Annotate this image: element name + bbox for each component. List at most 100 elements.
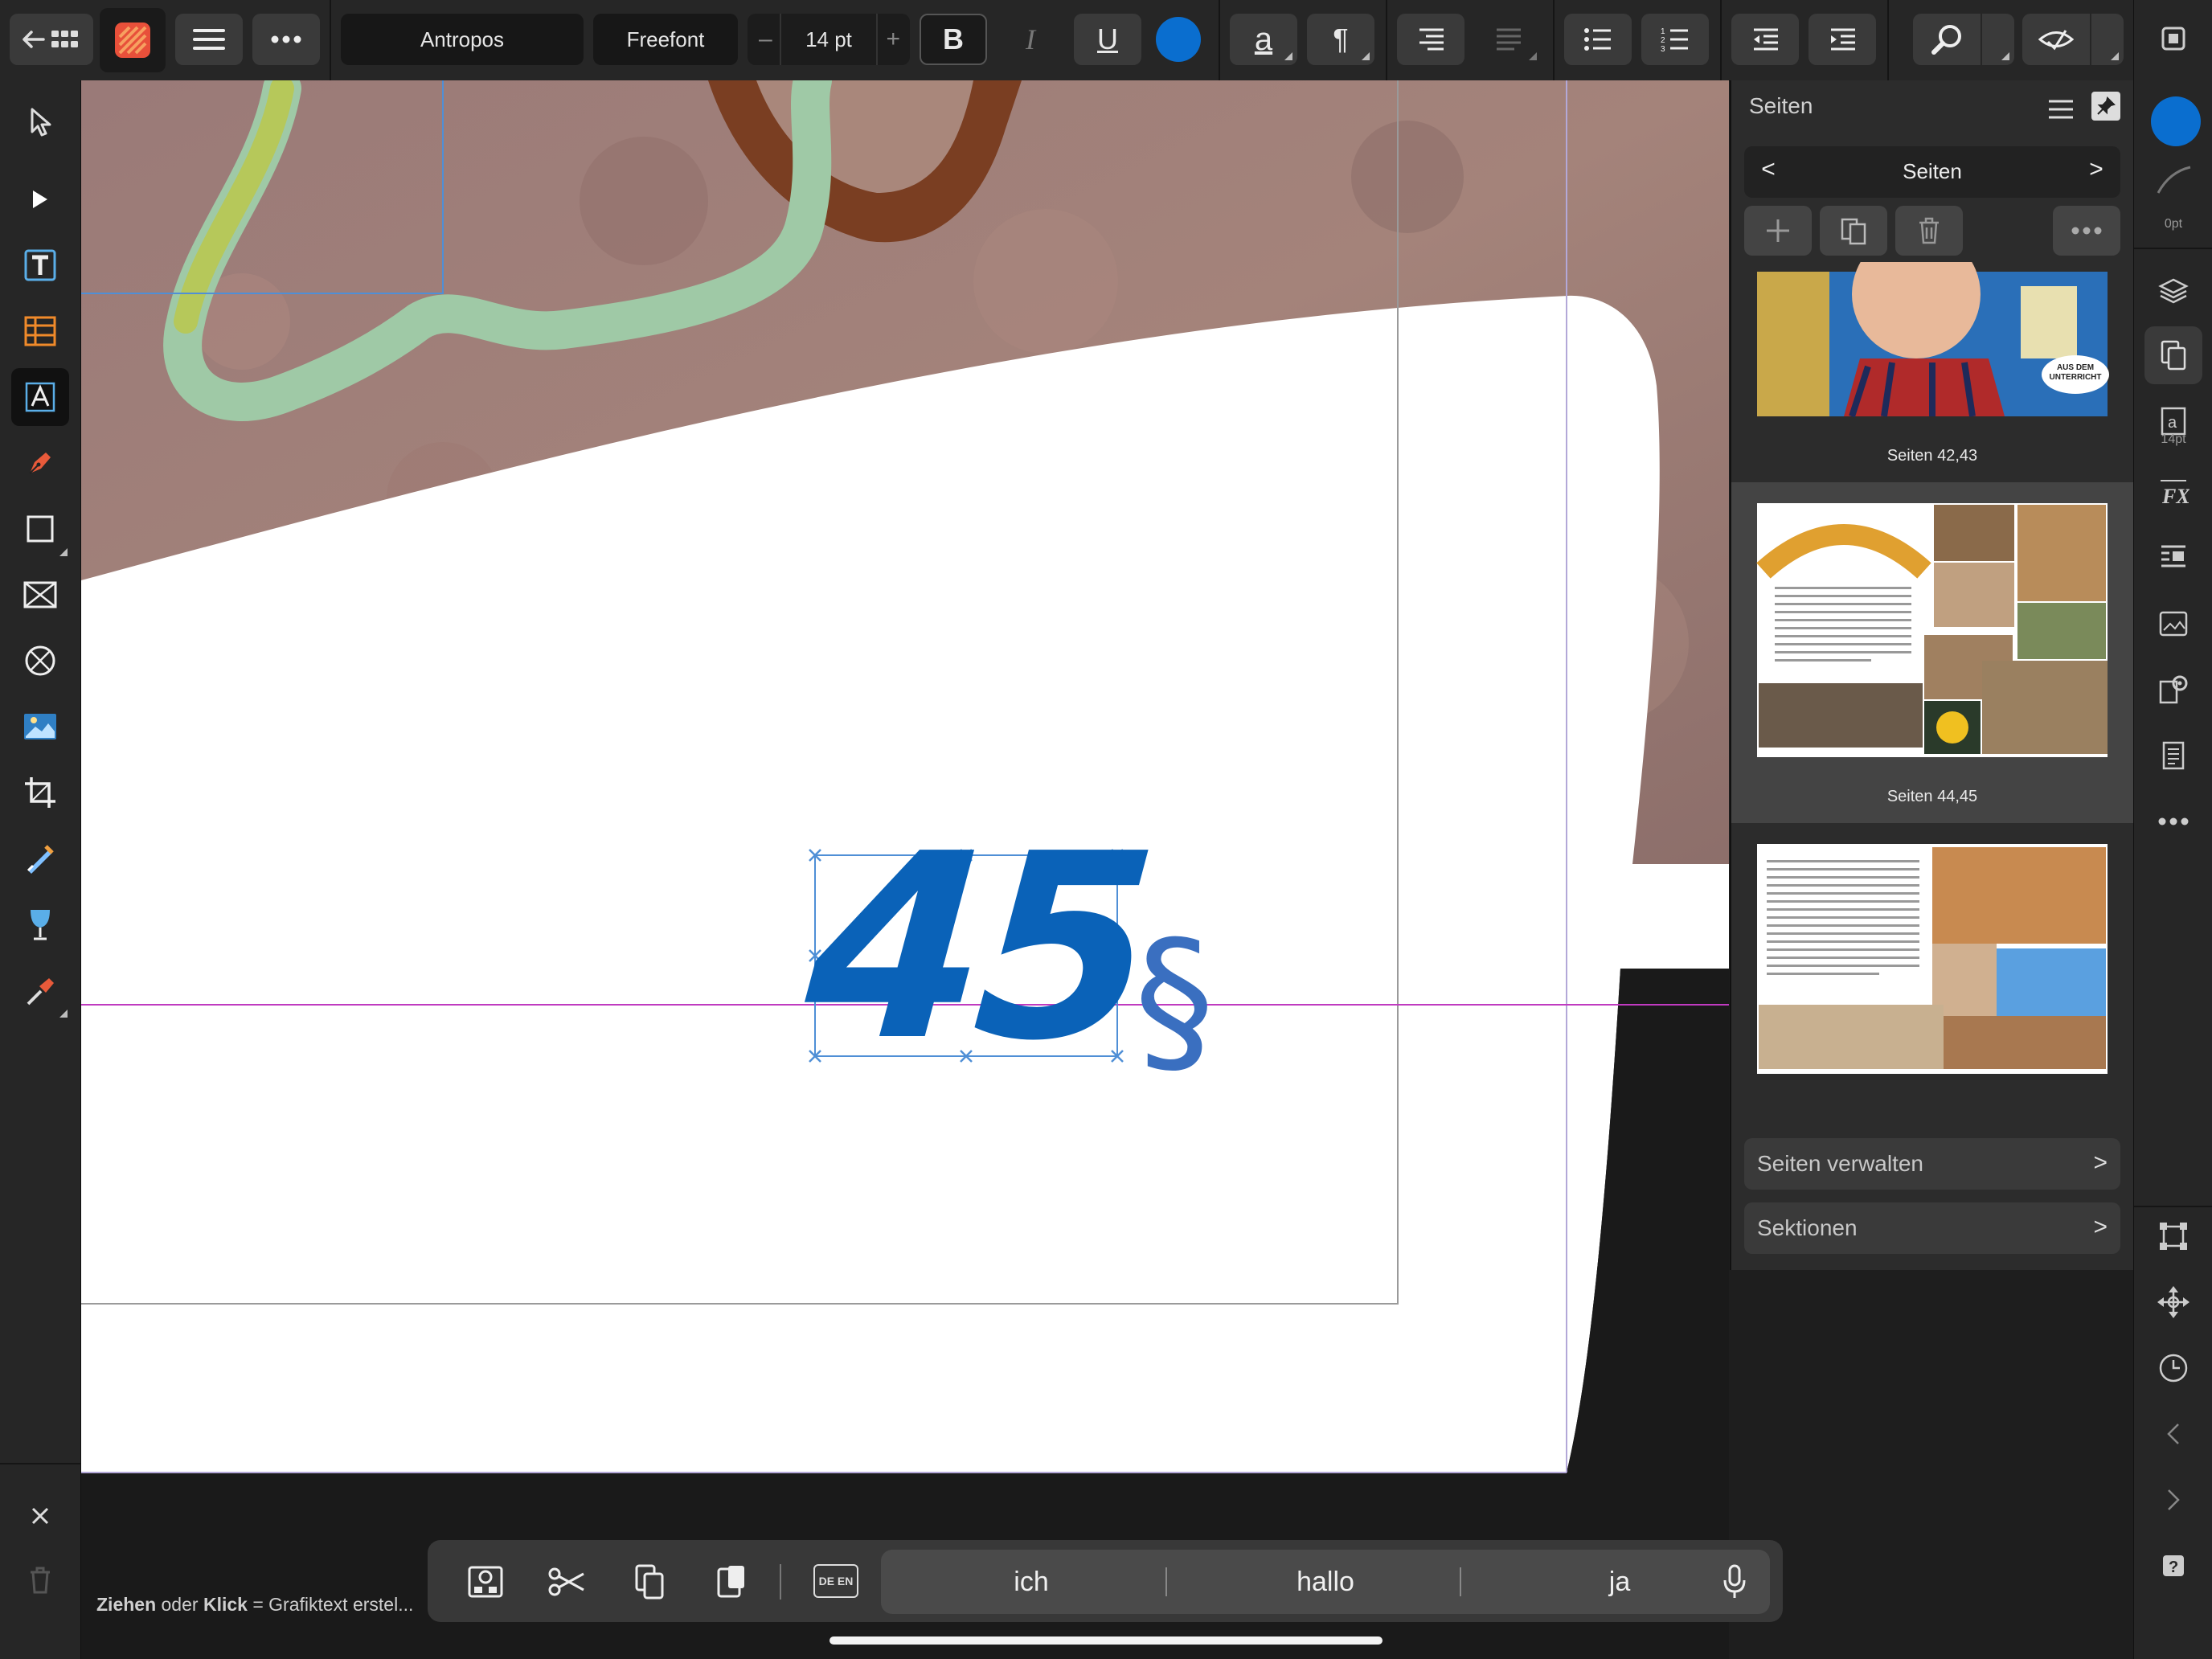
bold-button[interactable]: B	[920, 14, 987, 65]
suggestion-item[interactable]: ich	[897, 1550, 1165, 1614]
rectangle-tool[interactable]	[11, 500, 69, 558]
increase-size-button[interactable]: +	[886, 26, 900, 53]
navigator-button[interactable]	[2144, 1273, 2202, 1331]
language-switch-button[interactable]: DE EN	[813, 1564, 858, 1598]
font-style-field[interactable]: Freefont	[593, 14, 738, 65]
toolbar-divider	[1386, 0, 1387, 80]
document-canvas[interactable]: 45 §	[81, 80, 1729, 1659]
effects-button[interactable]: FX	[2144, 463, 2202, 521]
trash-icon	[31, 1567, 50, 1594]
node-tool[interactable]	[11, 170, 69, 228]
more-studio-button[interactable]	[2144, 793, 2202, 850]
align-right-button[interactable]	[1397, 14, 1464, 65]
transform-button[interactable]	[2144, 1207, 2202, 1265]
svg-text:?: ?	[2169, 1559, 2178, 1576]
menu-button[interactable]	[175, 14, 243, 65]
paste-button[interactable]	[709, 1559, 754, 1604]
place-image-tool[interactable]	[11, 698, 69, 756]
home-grid-button[interactable]	[10, 14, 93, 65]
page-thumbnail-42-43[interactable]: AUS DEM UNTERRICHT	[1731, 230, 2133, 420]
dropdown-corner	[1529, 52, 1537, 60]
italic-button[interactable]: I	[997, 14, 1064, 65]
pointer-arrow-icon	[31, 108, 51, 137]
font-size-value[interactable]: 14 pt	[805, 27, 852, 52]
paragraph-panel-button[interactable]: ¶	[1307, 14, 1374, 65]
page-number-text[interactable]: 45	[798, 799, 1155, 1096]
toolbar-divider	[1720, 0, 1722, 80]
pen-tool[interactable]	[11, 434, 69, 492]
undo-button[interactable]	[2144, 1405, 2202, 1463]
help-button[interactable]: ?	[2144, 1537, 2202, 1595]
cut-button[interactable]	[545, 1559, 590, 1604]
spellcheck-dropdown-button[interactable]	[2091, 14, 2124, 65]
font-size-stepper[interactable]: – 14 pt +	[748, 14, 910, 65]
previous-chevron-icon[interactable]: <	[1752, 156, 1784, 188]
more-button[interactable]	[252, 14, 320, 65]
pages-panel-button[interactable]	[2144, 326, 2202, 384]
spellcheck-button[interactable]	[2022, 14, 2090, 65]
resource-manager-button[interactable]	[2144, 595, 2202, 653]
find-replace-button[interactable]	[1913, 14, 1981, 65]
sections-row[interactable]: Sektionen >	[1744, 1202, 2120, 1254]
page-thumbnail-46-47[interactable]	[1731, 844, 2133, 1085]
ellipse-frame-tool[interactable]	[11, 632, 69, 690]
justify-button[interactable]	[1474, 14, 1542, 65]
increase-indent-button[interactable]	[1809, 14, 1876, 65]
layers-button[interactable]	[2144, 262, 2202, 320]
delete-button[interactable]	[11, 1551, 69, 1609]
pin-panel-button[interactable]	[2091, 92, 2120, 121]
picture-frame-tool[interactable]	[11, 566, 69, 624]
sections-label: Sektionen	[1757, 1215, 1858, 1240]
add-page-button[interactable]	[1744, 206, 1812, 256]
select-all-button[interactable]	[463, 1559, 508, 1604]
status-rest-text: = Grafiktext erstel...	[247, 1594, 414, 1615]
close-button[interactable]	[11, 1487, 69, 1545]
crop-tool[interactable]	[11, 764, 69, 821]
duplicate-page-button[interactable]	[1820, 206, 1887, 256]
pin-icon	[2097, 96, 2116, 115]
move-tool[interactable]	[11, 93, 69, 151]
find-dropdown-button[interactable]	[1982, 14, 2014, 65]
dictation-button[interactable]	[1712, 1559, 1757, 1604]
view-mode-button[interactable]	[2144, 10, 2202, 68]
transparency-tool[interactable]	[11, 830, 69, 887]
more-page-options-button[interactable]	[2053, 206, 2120, 256]
next-chevron-icon[interactable]: >	[2080, 156, 2112, 188]
home-indicator[interactable]	[830, 1636, 1382, 1645]
color-picker-tool[interactable]	[11, 961, 69, 1019]
table-tool[interactable]	[11, 302, 69, 360]
copy-button[interactable]	[627, 1559, 672, 1604]
stroke-button[interactable]	[2144, 154, 2202, 206]
panel-menu-button[interactable]	[2043, 93, 2079, 125]
page-thumbnail-44-45[interactable]	[1731, 482, 2133, 823]
node-arrow-icon	[33, 190, 47, 208]
artistic-text-tool[interactable]	[11, 368, 69, 426]
character-a-label: a	[1254, 21, 1273, 57]
decrease-indent-button[interactable]	[1731, 14, 1799, 65]
bullet-list-button[interactable]	[1564, 14, 1632, 65]
app-persona-button[interactable]	[100, 8, 166, 72]
decrease-size-button[interactable]: –	[759, 26, 772, 53]
manage-pages-row[interactable]: Seiten verwalten >	[1744, 1138, 2120, 1190]
spellcheck-eye-icon	[2038, 30, 2074, 51]
fill-glass-icon	[31, 910, 50, 940]
section-symbol-text[interactable]: §	[1134, 920, 1215, 1081]
text-color-swatch[interactable]	[1156, 17, 1201, 62]
preflight-button[interactable]	[2144, 661, 2202, 719]
underline-button[interactable]: U	[1074, 14, 1141, 65]
back-grid-icon	[23, 31, 78, 48]
suggestion-item[interactable]: hallo	[1191, 1550, 1460, 1614]
numbered-list-button[interactable]: 123	[1641, 14, 1709, 65]
fill-color-swatch[interactable]	[2151, 96, 2201, 146]
text-frame-button[interactable]	[2144, 727, 2202, 784]
character-panel-button[interactable]: a	[1230, 14, 1297, 65]
history-button[interactable]	[2144, 1339, 2202, 1397]
fill-tool[interactable]	[11, 895, 69, 953]
text-styles-button[interactable]	[2144, 529, 2202, 587]
delete-page-button[interactable]	[1895, 206, 1963, 256]
redo-button[interactable]	[2144, 1471, 2202, 1529]
window-icon	[2161, 27, 2185, 51]
trash-icon	[1919, 217, 1939, 244]
font-family-field[interactable]: Antropos	[341, 14, 584, 65]
frame-text-tool[interactable]	[11, 236, 69, 294]
